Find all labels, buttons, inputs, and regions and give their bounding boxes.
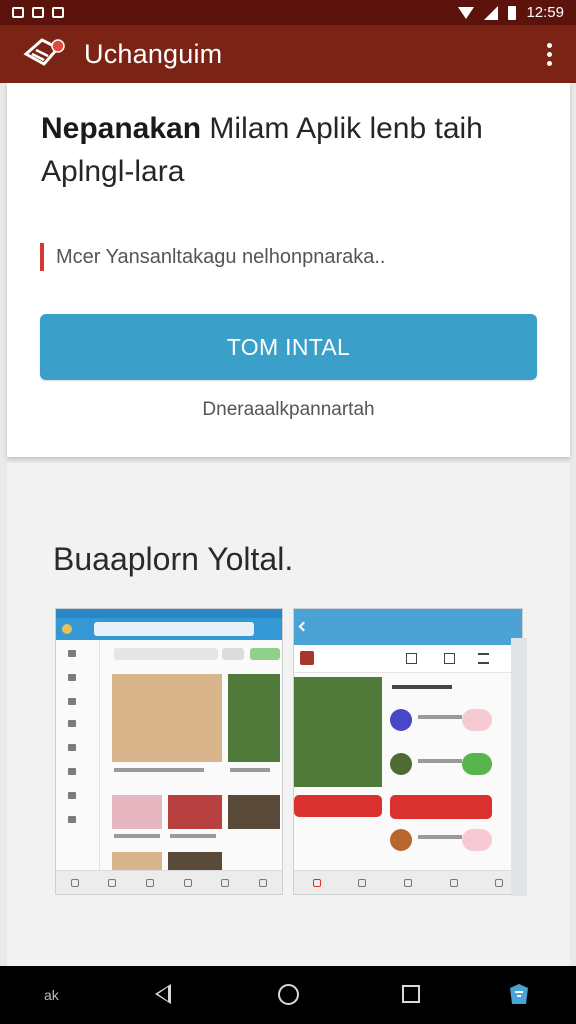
app-logo-icon [23,38,65,66]
section-title: Buaaplorn Yoltal. [53,541,294,577]
notification-icon [32,7,44,18]
preview-side-rail [56,640,100,872]
install-button[interactable]: TOM INTAL [40,314,537,380]
notice-accent-bar [40,243,44,271]
status-indicators: 12:59 [458,4,564,21]
back-icon[interactable] [155,984,171,1004]
preview-toolbar [56,618,282,640]
list-item [390,829,492,857]
preview-header [294,609,522,645]
app-screenshot-1[interactable] [55,608,283,895]
list-item [390,709,492,737]
secondary-link[interactable]: Dneraaalkpannartah [7,399,570,421]
wifi-icon [458,6,475,19]
preview-bottom-nav [294,870,522,894]
list-item [390,753,492,781]
headline-bold: Nepanakan [41,112,202,145]
notification-icon [12,7,24,18]
home-icon[interactable] [278,984,299,1005]
system-nav-bar: ak [0,966,576,1024]
image-icon [52,7,64,18]
preview-avatar [62,624,72,634]
signal-icon [484,5,499,20]
screenshots-section: Buaaplorn Yoltal. [7,463,570,966]
card-headline: Nepanakan Milam Aplik lenb taih Aplngl-l… [41,107,541,193]
overflow-menu-icon[interactable] [543,37,556,72]
preview-tabs [294,645,522,673]
preview-status-bar [56,609,282,618]
preview-bottom-nav [56,870,282,894]
recent-apps-icon[interactable] [402,985,420,1003]
status-time: 12:59 [526,4,564,21]
notice-text: Mcer Yansanltakagu nelhonpnaraka.. [56,245,386,268]
notice: Mcer Yansanltakagu nelhonpnaraka.. [40,243,385,271]
app-screenshot-2[interactable] [293,608,523,895]
app-screenshot-3-edge[interactable] [511,638,527,896]
preview-body [56,640,282,872]
nav-left-label: ak [44,987,59,1003]
app-title: Uchanguim [84,38,223,69]
install-card: Nepanakan Milam Aplik lenb taih Aplngl-l… [7,83,570,457]
app-bar: Uchanguim [0,25,576,83]
battery-icon [508,5,517,20]
status-bar: 12:59 [0,0,576,25]
preview-search-bar [94,622,254,636]
app-shortcut-icon[interactable] [508,982,530,1006]
status-notifications [12,7,64,18]
